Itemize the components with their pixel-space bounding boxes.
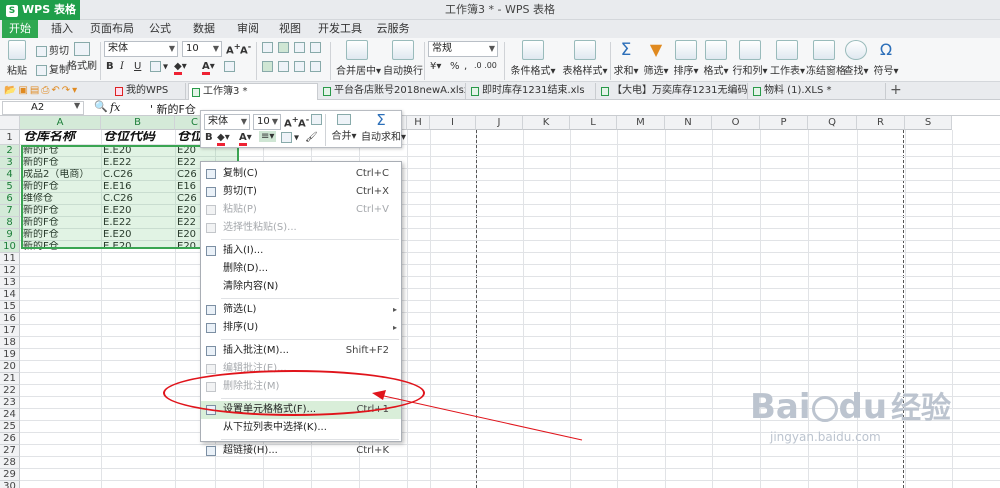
watermark-cn: 经验 xyxy=(891,391,952,426)
watermark-url: jingyan.baidu.com xyxy=(770,430,881,444)
watermark-brand: Bai xyxy=(750,387,811,427)
baidu-watermark: Bai du 经验 jingyan.baidu.com xyxy=(750,388,990,468)
wps-window: 工作簿3 * - WPS 表格 SWPS 表格▼ 开始 插入 页面布局 公式 数… xyxy=(0,0,1000,488)
watermark-brand2: du xyxy=(838,387,888,427)
annotation-arrow-line xyxy=(383,395,583,441)
paw-icon xyxy=(811,395,838,422)
annotation-arrow-head xyxy=(372,390,386,400)
